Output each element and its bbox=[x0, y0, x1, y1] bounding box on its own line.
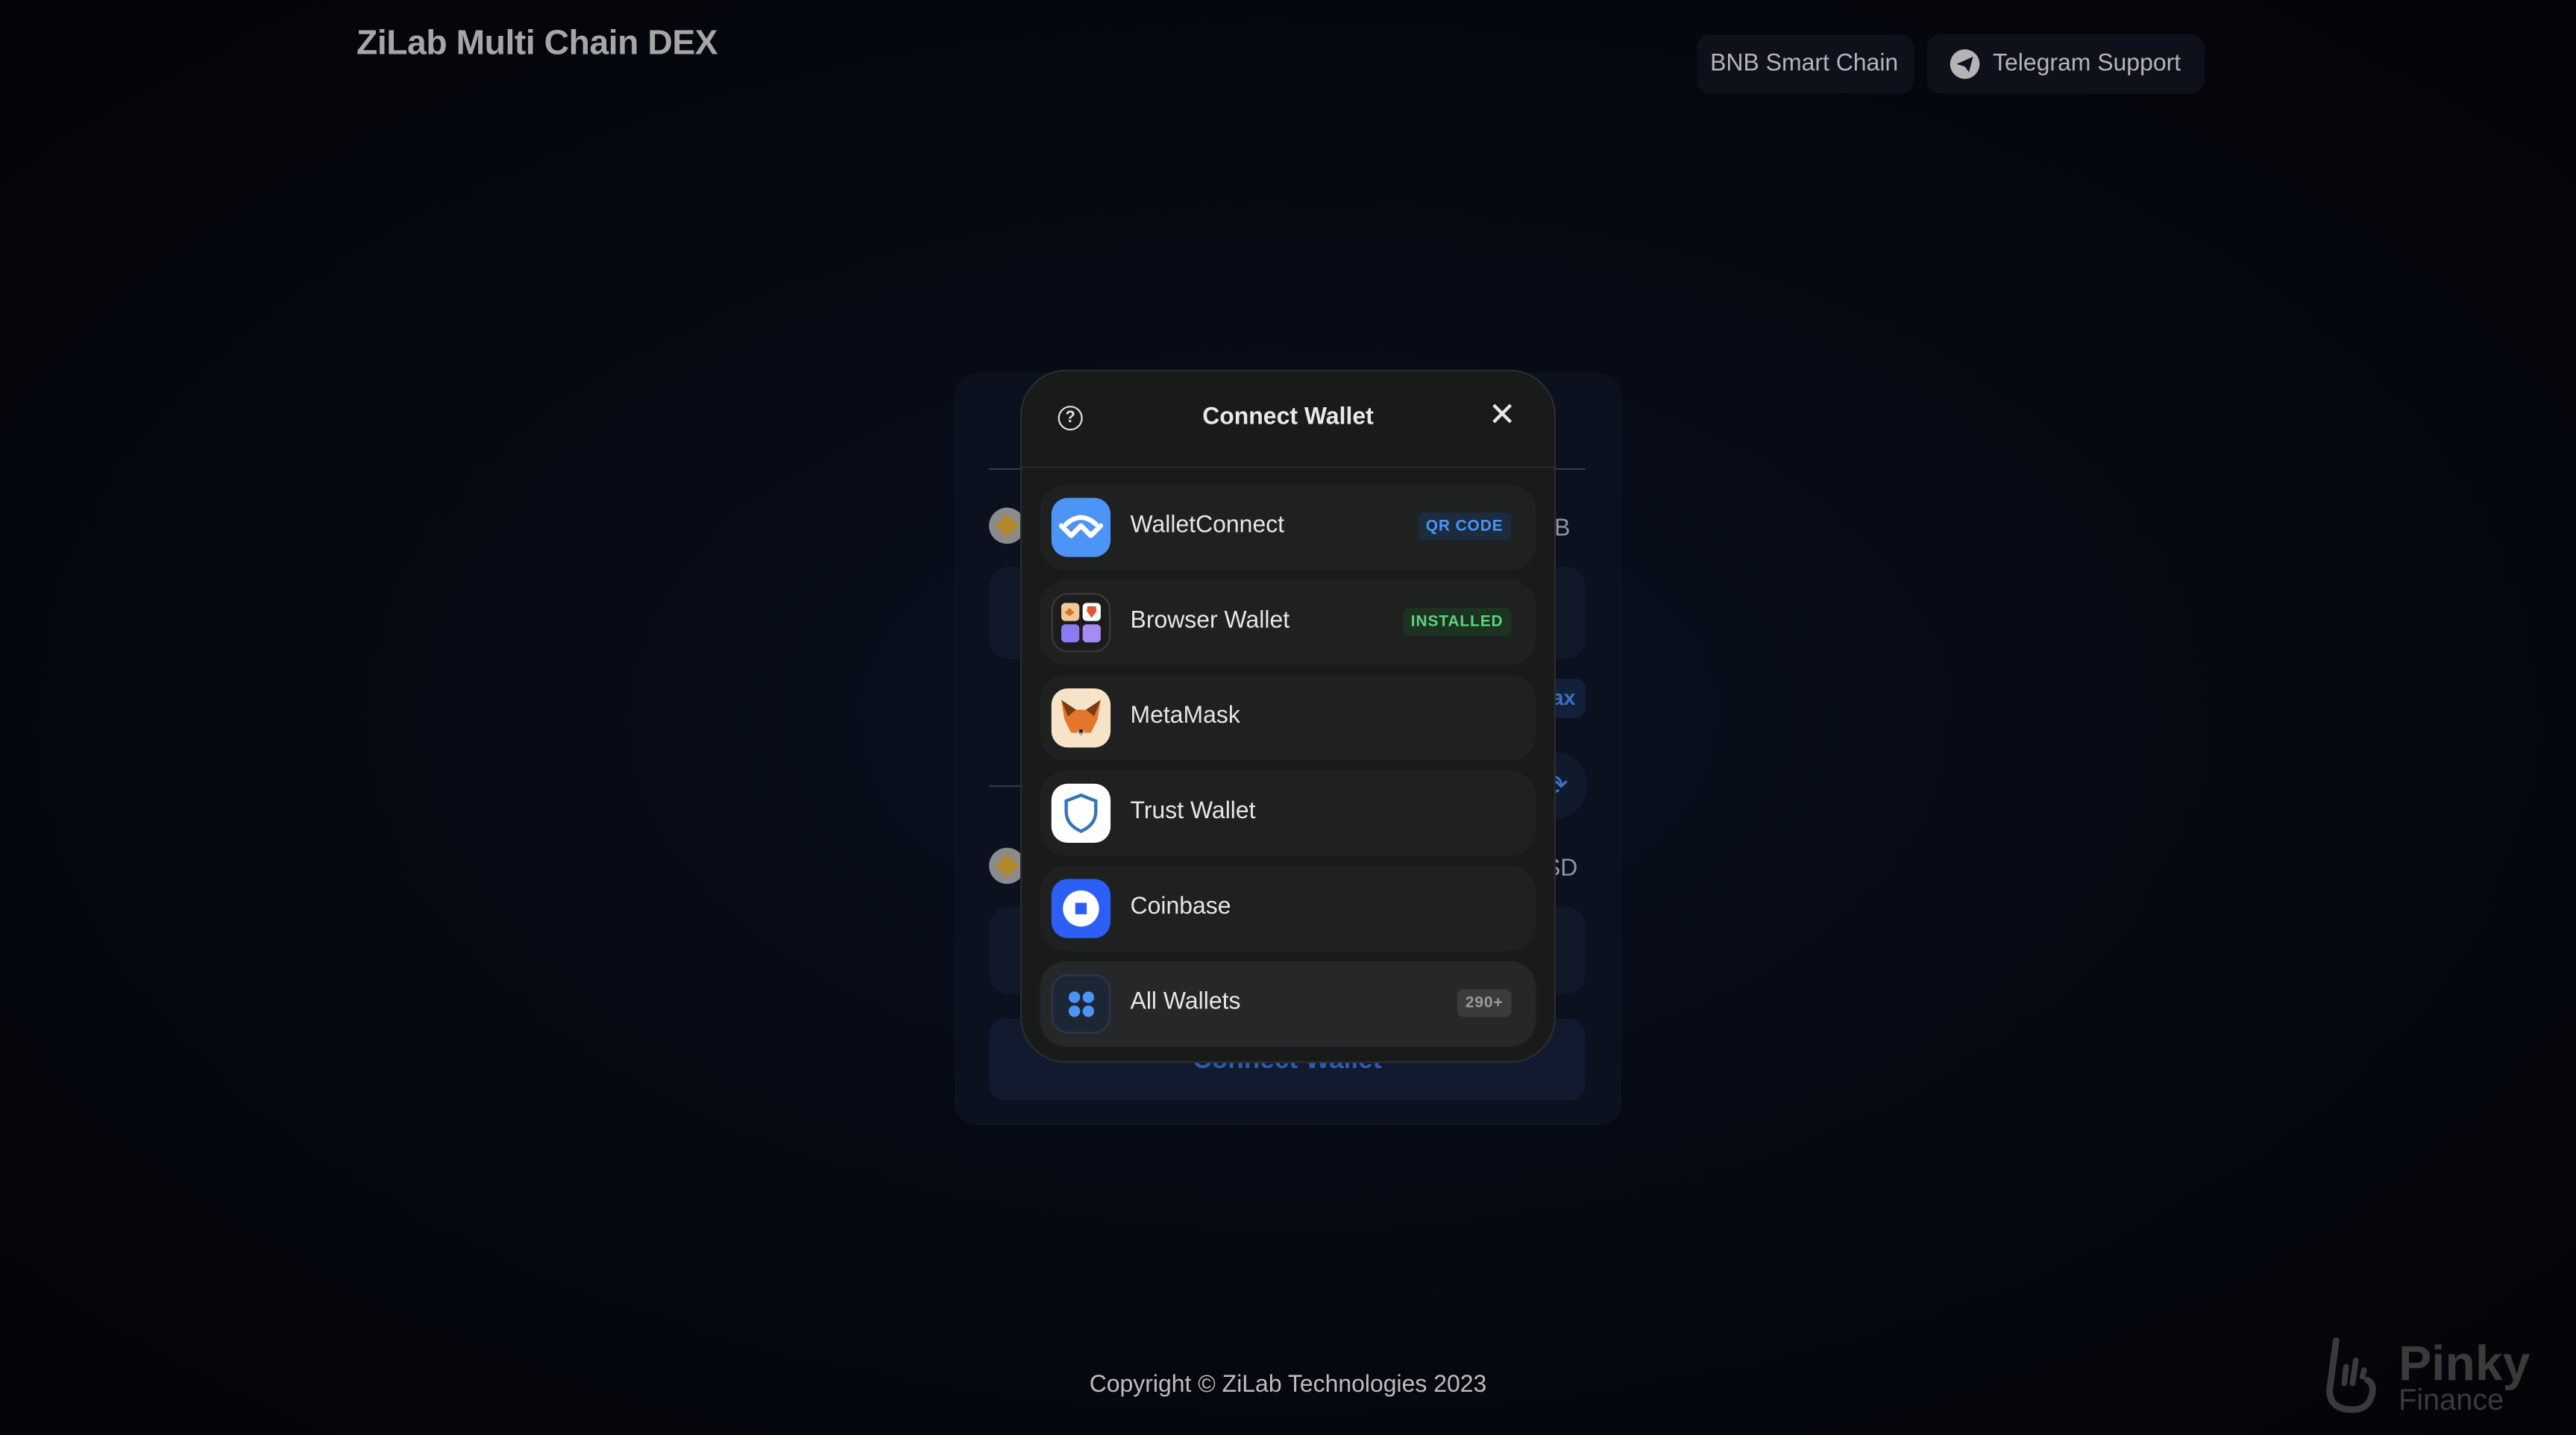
wallet-name: All Wallets bbox=[1130, 989, 1241, 1016]
page: ZiLab Multi Chain DEX BNB Smart Chain Te… bbox=[0, 0, 2576, 1435]
wallet-option-walletconnect[interactable]: WalletConnect QR CODE bbox=[1040, 484, 1536, 571]
wallet-name: WalletConnect bbox=[1130, 512, 1285, 539]
wallet-option-browser-wallet[interactable]: Browser Wallet INSTALLED bbox=[1040, 580, 1536, 666]
walletconnect-icon bbox=[1051, 497, 1111, 557]
connect-wallet-modal: ? Connect Wallet ✕ WalletConnect QR CODE… bbox=[1020, 369, 1556, 1064]
network-button[interactable]: BNB Smart Chain bbox=[1697, 34, 1914, 94]
browser-wallet-icon bbox=[1051, 593, 1111, 653]
metamask-fox-icon bbox=[1051, 688, 1111, 748]
pinky-finance-logo: Pinky Finance bbox=[2323, 1331, 2561, 1421]
installed-badge: INSTALLED bbox=[1402, 608, 1512, 636]
telegram-icon bbox=[1950, 49, 1980, 79]
qr-code-badge: QR CODE bbox=[1417, 512, 1512, 541]
modal-title: Connect Wallet bbox=[1202, 404, 1374, 431]
wallet-name: Browser Wallet bbox=[1130, 608, 1290, 635]
grid-dots-icon bbox=[1051, 974, 1111, 1034]
wallet-name: Coinbase bbox=[1130, 894, 1231, 920]
app-title: ZiLab Multi Chain DEX bbox=[356, 25, 718, 63]
modal-header: ? Connect Wallet ✕ bbox=[1022, 371, 1554, 468]
copyright-text: Copyright © ZiLab Technologies 2023 bbox=[1089, 1372, 1487, 1398]
close-icon[interactable]: ✕ bbox=[1489, 399, 1516, 432]
telegram-support-button[interactable]: Telegram Support bbox=[1926, 34, 2205, 94]
wallet-option-all-wallets[interactable]: All Wallets 290+ bbox=[1040, 961, 1536, 1047]
svg-text:Finance: Finance bbox=[2398, 1384, 2504, 1416]
wallet-option-metamask[interactable]: MetaMask bbox=[1040, 675, 1536, 761]
wallet-name: MetaMask bbox=[1130, 703, 1240, 730]
wallet-name: Trust Wallet bbox=[1130, 798, 1256, 825]
wallet-count-badge: 290+ bbox=[1457, 989, 1512, 1017]
telegram-support-label: Telegram Support bbox=[1992, 51, 2181, 78]
trust-shield-icon bbox=[1051, 783, 1111, 844]
wallet-option-trust-wallet[interactable]: Trust Wallet bbox=[1040, 770, 1536, 856]
coinbase-icon bbox=[1051, 879, 1111, 938]
wallet-option-coinbase[interactable]: Coinbase bbox=[1040, 865, 1536, 952]
